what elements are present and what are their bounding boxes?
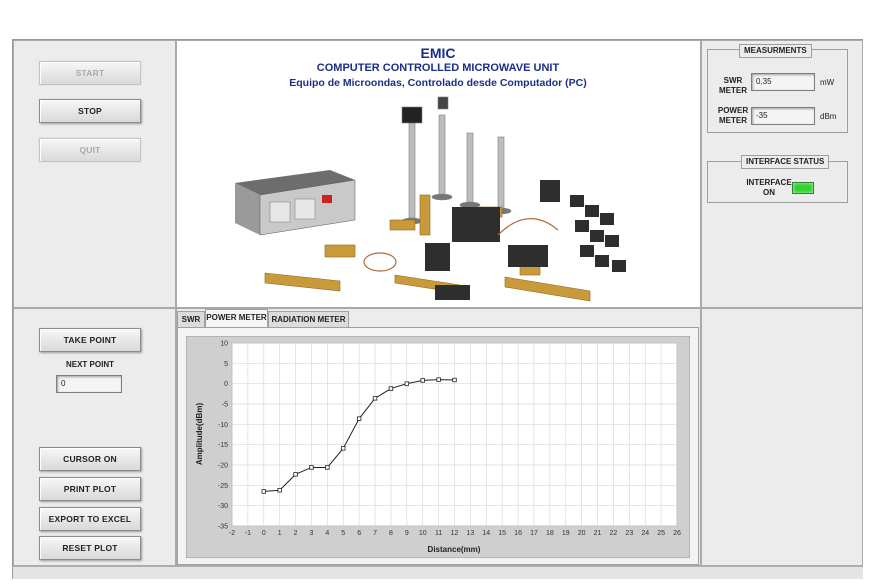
- y-axis-label: Amplitude(dBm): [195, 403, 204, 466]
- y-tick-label: 10: [220, 341, 228, 348]
- x-tick-label: 20: [578, 530, 586, 537]
- data-point: [388, 386, 394, 391]
- data-point: [452, 377, 457, 383]
- data-point: [404, 381, 410, 386]
- x-tick-label: 12: [451, 530, 459, 537]
- tab-swr[interactable]: SWR: [177, 311, 205, 328]
- start-button[interactable]: START: [39, 61, 141, 85]
- antenna-towers-icon: [401, 96, 512, 225]
- main-unit-icon: [235, 170, 356, 236]
- x-tick-label: 21: [594, 530, 602, 537]
- power-label-line1: POWER: [717, 106, 749, 115]
- data-point: [261, 489, 266, 494]
- power-meter-value: -35: [751, 107, 815, 125]
- data-point: [372, 396, 378, 401]
- x-tick-label: 15: [498, 530, 506, 537]
- export-to-excel-button[interactable]: EXPORT TO EXCEL: [39, 507, 141, 531]
- x-tick-label: 9: [405, 530, 409, 537]
- data-point: [293, 472, 298, 477]
- y-tick-label: 0: [224, 381, 228, 388]
- x-tick-label: 11: [435, 530, 442, 537]
- interface-status-title: INTERFACE STATUS: [741, 155, 830, 169]
- x-tick-label: 18: [546, 530, 554, 537]
- y-tick-label: -25: [218, 483, 228, 490]
- data-point: [277, 488, 282, 493]
- x-tick-label: 10: [419, 530, 427, 537]
- reset-plot-button[interactable]: RESET PLOT: [39, 536, 141, 560]
- swr-label-line2: METER: [719, 86, 747, 95]
- quit-button[interactable]: QUIT: [39, 138, 141, 162]
- x-tick-label: 1: [278, 530, 282, 537]
- x-tick-label: 7: [373, 530, 377, 537]
- swr-label-line1: SWR: [723, 76, 743, 85]
- interface-on-label: INTERFACE ON: [742, 178, 796, 198]
- next-point-label: NEXT POINT: [65, 360, 114, 369]
- x-tick-label: 5: [341, 530, 345, 537]
- data-point: [436, 377, 441, 382]
- data-point: [356, 416, 362, 421]
- take-point-button[interactable]: TAKE POINT: [39, 328, 141, 352]
- status-bar: [13, 566, 863, 579]
- x-tick-label: 24: [641, 530, 649, 537]
- x-tick-label: -2: [229, 530, 235, 537]
- x-axis-label: Distance(mm): [428, 545, 481, 554]
- swr-unit: mW: [820, 78, 835, 87]
- microwave-equipment-photo: [235, 96, 626, 302]
- x-tick-label: 26: [673, 530, 681, 537]
- x-tick-label: 3: [310, 530, 314, 537]
- x-tick-label: 19: [562, 530, 570, 537]
- stop-button[interactable]: STOP: [39, 99, 141, 123]
- interface-label-line2: ON: [763, 188, 775, 197]
- y-tick-label: -15: [218, 442, 228, 449]
- next-point-field[interactable]: 0: [56, 375, 122, 393]
- x-tick-label: -1: [245, 530, 251, 537]
- power-unit: dBm: [820, 112, 837, 121]
- data-point: [309, 465, 314, 470]
- power-meter-label: POWER METER: [716, 106, 750, 126]
- y-tick-label: -30: [218, 503, 228, 510]
- interface-label-line1: INTERFACE: [746, 178, 792, 187]
- x-tick-label: 16: [514, 530, 522, 537]
- y-tick-label: -10: [218, 422, 228, 429]
- cursor-on-button[interactable]: CURSOR ON: [39, 447, 141, 471]
- x-tick-label: 2: [294, 530, 298, 537]
- x-tick-label: 22: [610, 530, 618, 537]
- x-tick-label: 23: [625, 530, 633, 537]
- y-tick-label: -20: [218, 463, 228, 470]
- empty-right-pane: [701, 308, 863, 566]
- measurements-title: MEASURMENTS: [739, 44, 812, 58]
- data-point: [325, 465, 330, 470]
- page-title: COMPUTER CONTROLLED MICROWAVE UNIT: [316, 62, 560, 74]
- interface-led-icon: [792, 182, 814, 194]
- x-tick-label: 13: [466, 530, 474, 537]
- power-meter-chart: -2 -1 0 1 2 3 4 5 6 7 8 9 10 11 12 13 14 15 16 17 18 19 20 21 22…: [186, 336, 690, 558]
- swr-meter-label: SWR METER: [718, 76, 748, 96]
- x-tick-label: 14: [482, 530, 490, 537]
- data-point: [420, 378, 425, 383]
- print-plot-button[interactable]: PRINT PLOT: [39, 477, 141, 501]
- power-label-line2: METER: [719, 116, 747, 125]
- swr-meter-value: 0,35: [751, 73, 815, 91]
- page-subtitle: Equipo de Microondas, Controlado desde C…: [289, 77, 587, 89]
- x-tick-label: 6: [357, 530, 361, 537]
- x-tick-label: 0: [262, 530, 266, 537]
- y-tick-label: 5: [224, 361, 228, 368]
- data-point: [341, 446, 346, 451]
- x-tick-label: 25: [657, 530, 665, 537]
- app-name: EMIC: [420, 45, 456, 61]
- x-tick-label: 8: [389, 530, 393, 537]
- x-tick-label: 17: [530, 530, 538, 537]
- y-tick-label: -5: [222, 402, 228, 409]
- tab-radiation-meter[interactable]: RADIATION METER: [268, 311, 349, 328]
- y-tick-label: -35: [218, 524, 228, 531]
- tab-power-meter[interactable]: POWER METER: [205, 309, 268, 328]
- x-tick-label: 4: [325, 530, 329, 537]
